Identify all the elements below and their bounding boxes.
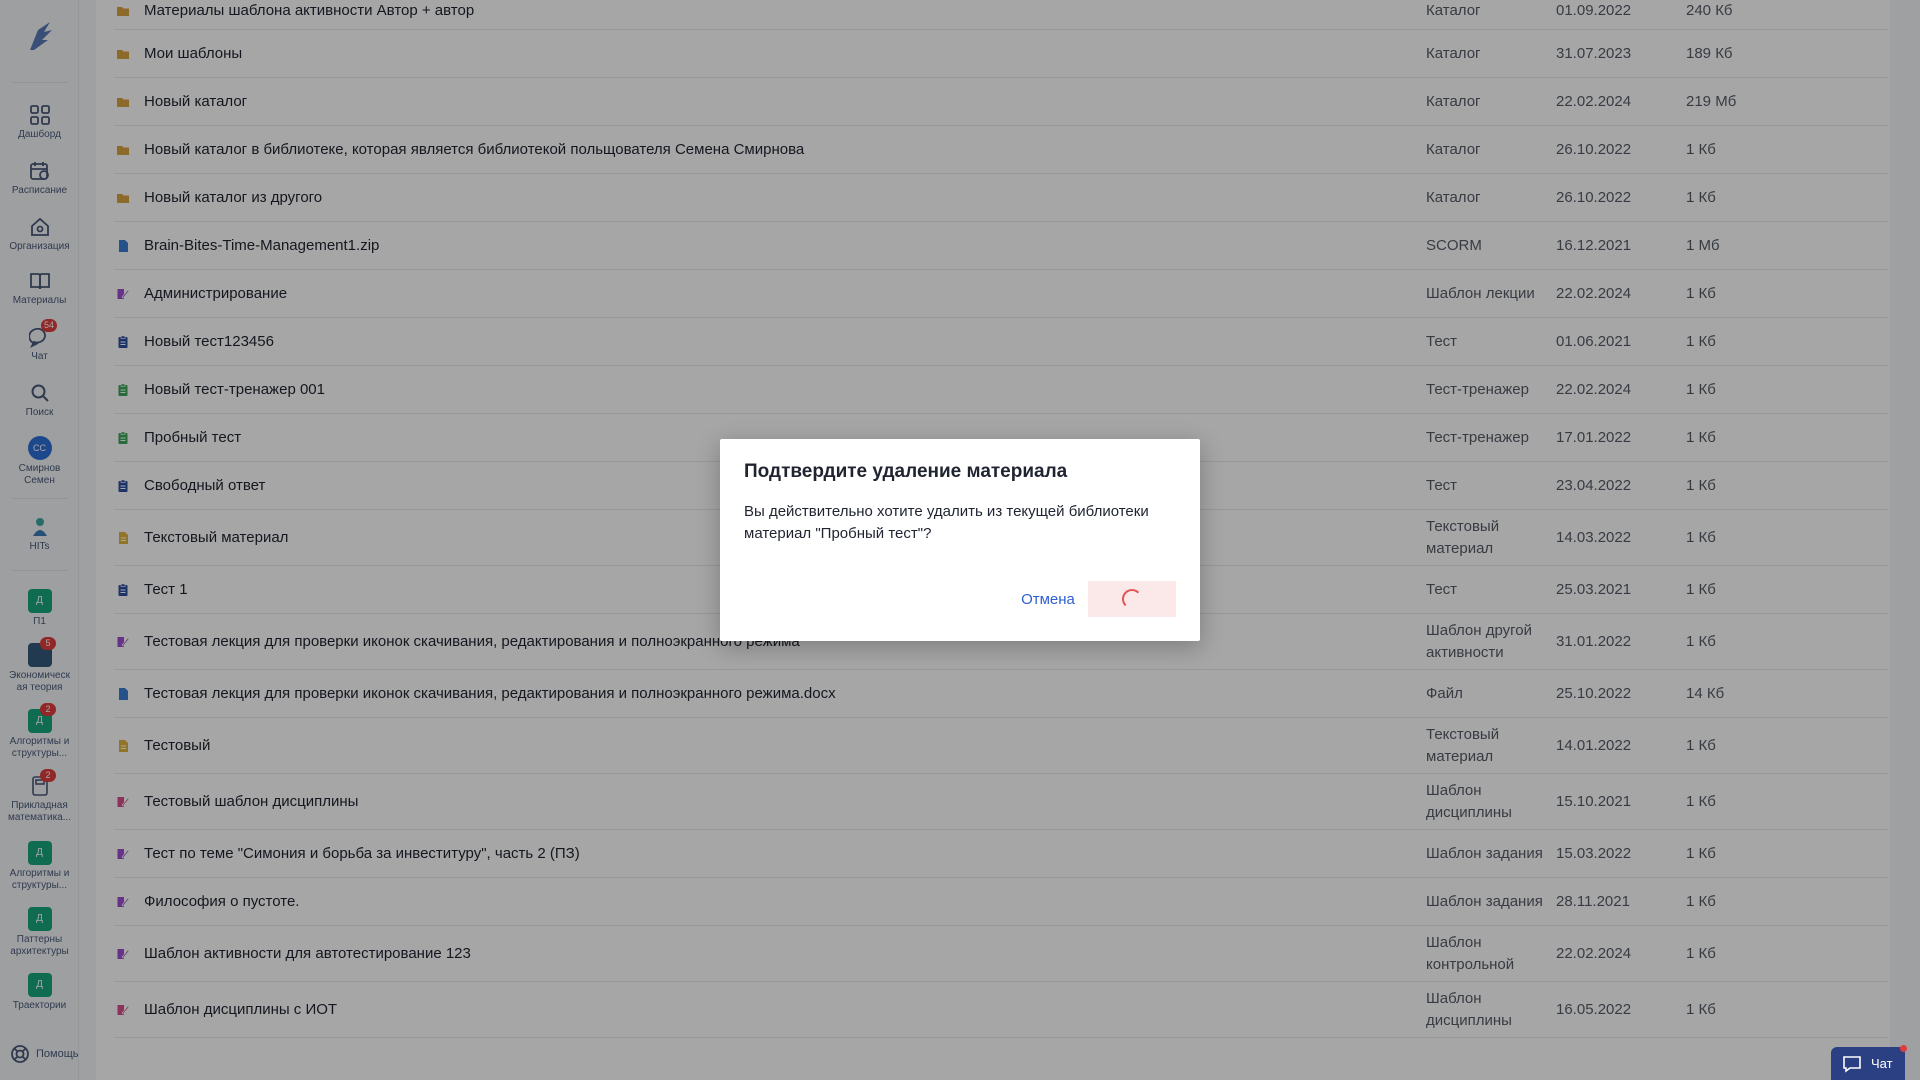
chat-bubble-icon: [1843, 1055, 1861, 1073]
dialog-message: Вы действительно хотите удалить из текущ…: [744, 503, 1149, 542]
confirm-delete-dialog: Подтвердите удаление материала Вы действ…: [720, 439, 1200, 641]
delete-button[interactable]: [1088, 581, 1176, 617]
cancel-button[interactable]: Отмена: [1004, 581, 1092, 617]
chat-button-label: Чат: [1871, 1056, 1893, 1071]
loading-spinner-icon: [1122, 589, 1142, 609]
dialog-title: Подтвердите удаление материала: [744, 461, 1068, 482]
chat-notification-dot: [1900, 1045, 1907, 1052]
chat-button[interactable]: Чат: [1831, 1047, 1905, 1080]
